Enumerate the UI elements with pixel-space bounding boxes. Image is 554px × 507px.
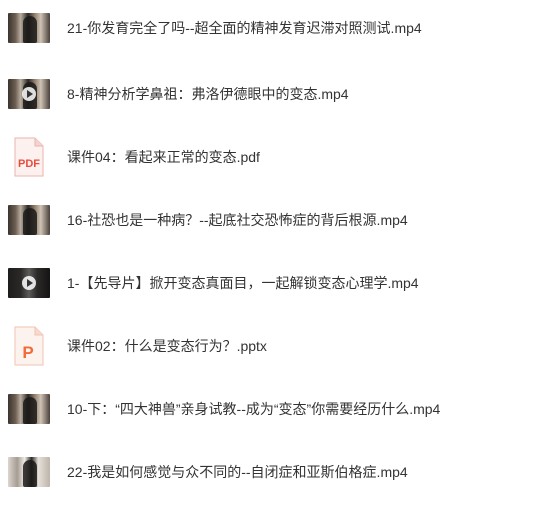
video-thumbnail-icon [8,394,50,424]
file-name: 22-我是如何感觉与众不同的--自闭症和亚斯伯格症.mp4 [67,464,408,480]
file-row[interactable]: 8-精神分析学鼻祖：弗洛伊德眼中的变态.mp4 [0,69,554,119]
presenter-silhouette [23,16,37,43]
file-name: 课件04：看起来正常的变态.pdf [67,149,260,165]
pdf-file-icon: PDF [13,137,45,177]
presenter-silhouette [23,208,37,235]
video-thumbnail-icon [8,205,50,235]
pptx-badge: P [22,343,33,362]
pdf-badge: PDF [18,158,40,170]
file-name: 课件02：什么是变态行为？.pptx [67,338,267,354]
file-name: 10-下：“四大神兽”亲身试教--成为“变态”你需要经历什么.mp4 [67,401,441,417]
file-row[interactable]: P 课件02：什么是变态行为？.pptx [0,321,554,371]
play-icon [22,276,36,290]
pptx-file-icon: P [13,326,45,366]
file-row[interactable]: 1-【先导片】掀开变态真面目，一起解锁变态心理学.mp4 [0,258,554,308]
file-row[interactable]: 10-下：“四大神兽”亲身试教--成为“变态”你需要经历什么.mp4 [0,384,554,434]
presenter-silhouette [23,397,37,424]
file-list: 21-你发育完全了吗--超全面的精神发育迟滞对照测试.mp4 8-精神分析学鼻祖… [0,0,554,507]
file-name: 21-你发育完全了吗--超全面的精神发育迟滞对照测试.mp4 [67,20,422,36]
file-row[interactable]: 21-你发育完全了吗--超全面的精神发育迟滞对照测试.mp4 [0,3,554,53]
video-thumbnail-icon [8,457,50,487]
file-name: 8-精神分析学鼻祖：弗洛伊德眼中的变态.mp4 [67,86,349,102]
video-thumbnail-icon [8,268,50,298]
video-thumbnail-icon [8,79,50,109]
file-row[interactable]: 22-我是如何感觉与众不同的--自闭症和亚斯伯格症.mp4 [0,447,554,497]
file-row[interactable]: 16-社恐也是一种病？--起底社交恐怖症的背后根源.mp4 [0,195,554,245]
play-icon [22,87,36,101]
file-row[interactable]: PDF 课件04：看起来正常的变态.pdf [0,132,554,182]
file-name: 16-社恐也是一种病？--起底社交恐怖症的背后根源.mp4 [67,212,408,228]
file-name: 1-【先导片】掀开变态真面目，一起解锁变态心理学.mp4 [67,275,419,291]
presenter-silhouette [23,460,37,487]
video-thumbnail-icon [8,13,50,43]
